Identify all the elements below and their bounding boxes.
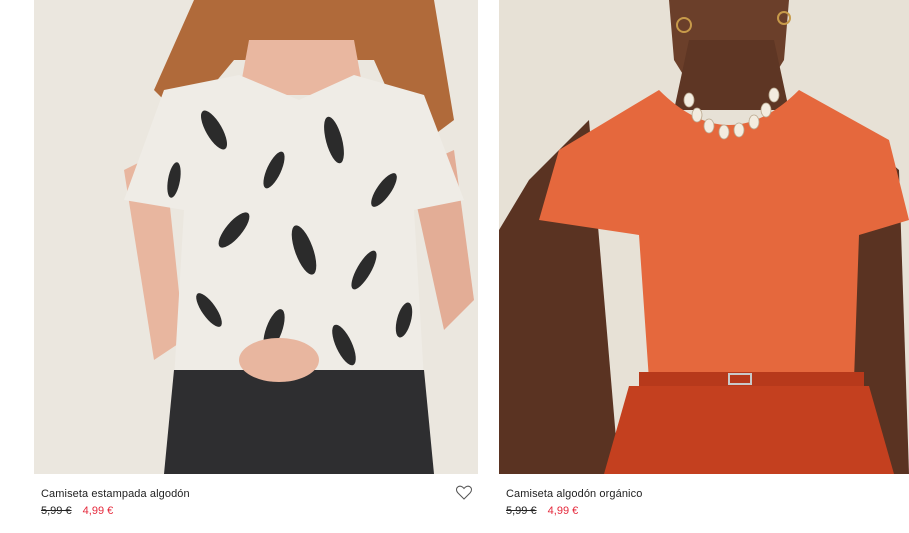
sale-price: 4,99 € bbox=[547, 505, 579, 517]
product-prices: 5,99 € 4,99 € bbox=[506, 504, 902, 518]
original-price: 5,99 € bbox=[41, 505, 72, 517]
product-photo-icon bbox=[499, 0, 909, 474]
sale-price: 4,99 € bbox=[82, 505, 114, 517]
product-info: Camiseta algodón orgánico 5,99 € 4,99 € bbox=[499, 474, 909, 518]
product-photo-icon bbox=[34, 0, 478, 474]
product-image[interactable] bbox=[499, 0, 909, 474]
product-name[interactable]: Camiseta estampada algodón bbox=[41, 487, 471, 501]
product-prices: 5,99 € 4,99 € bbox=[41, 504, 471, 518]
heart-outline-icon[interactable] bbox=[456, 485, 472, 500]
product-name[interactable]: Camiseta algodón orgánico bbox=[506, 487, 902, 501]
product-image[interactable] bbox=[34, 0, 478, 474]
product-card: Camiseta algodón orgánico 5,99 € 4,99 € bbox=[499, 0, 909, 518]
product-grid: Camiseta estampada algodón 5,99 € 4,99 € bbox=[0, 0, 909, 533]
product-info: Camiseta estampada algodón 5,99 € 4,99 € bbox=[34, 474, 478, 518]
original-price: 5,99 € bbox=[506, 505, 537, 517]
product-card: Camiseta estampada algodón 5,99 € 4,99 € bbox=[34, 0, 478, 518]
